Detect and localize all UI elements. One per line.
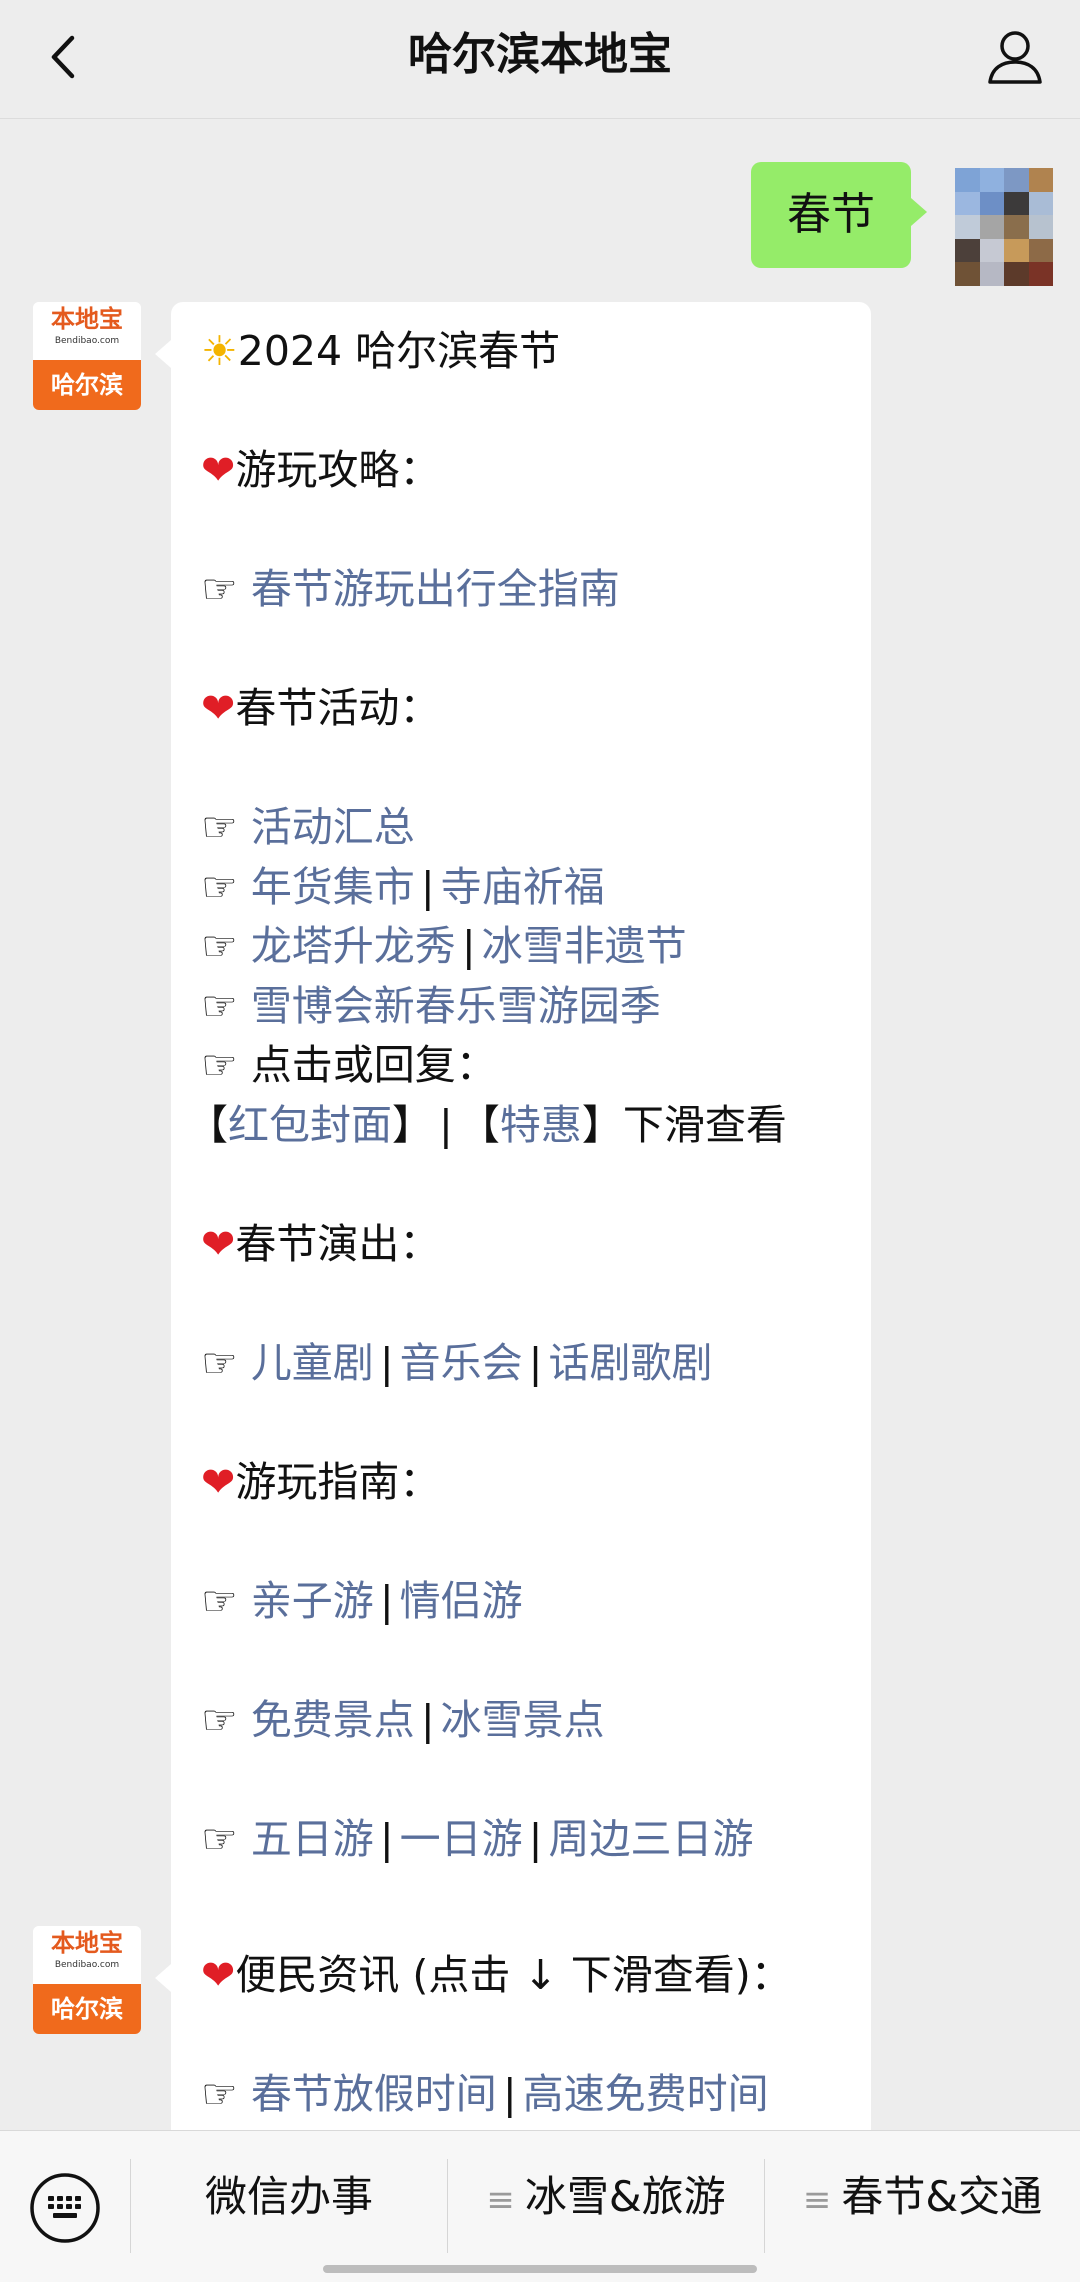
list-item: ☞ 五日游 | 一日游 | 周边三日游 [201,1814,754,1863]
keyword-row: 【红包封面】 | 【特惠】下滑查看 [187,1100,787,1149]
link-drama-opera[interactable]: 话剧歌剧 [548,1339,712,1387]
link-activities[interactable]: 活动汇总 [251,803,415,851]
list-item: ☞ 龙塔升龙秀 | 冰雪非遗节 [201,922,687,970]
bot-avatar-city: 哈尔滨 [33,1984,141,2034]
section-heading: ❤游玩攻略： [201,446,441,494]
section-heading: ❤便民资讯 (点击 ↓ 下滑查看)： [201,1951,792,1999]
reply-hint: 点击或回复： [250,1041,497,1089]
bot-avatar-logo: 本地宝 Bendibao.com [33,1926,141,1984]
pointing-hand-icon: ☞ [201,981,238,1030]
menu-lines-icon: ≡ [802,2180,832,2220]
list-item: ☞ 春节放假时间 | 高速免费时间 [201,2070,769,2118]
pointing-hand-icon: ☞ [201,1041,238,1089]
link-snow-expo[interactable]: 雪博会新春乐雪游园季 [251,982,661,1030]
list-item: ☞ 亲子游 | 情侣游 [201,1576,523,1625]
list-item: ☞ 活动汇总 [201,798,841,858]
link-special-offer[interactable]: 特惠 [500,1101,582,1149]
sun-icon: ☀ [201,327,238,375]
link-concert[interactable]: 音乐会 [400,1339,523,1387]
list-item: ☞ 儿童剧 | 音乐会 | 话剧歌剧 [201,1338,713,1387]
link-red-envelope-cover[interactable]: 红包封面 [228,1101,392,1149]
pointing-hand-icon: ☞ [201,1695,238,1744]
menu-item-spring-festival-traffic[interactable]: ≡ 春节&交通 [765,2131,1080,2263]
menu-item-ice-snow-travel[interactable]: ≡ 冰雪&旅游 [448,2131,764,2263]
top-bar: 哈尔滨本地宝 [0,0,1080,119]
list-item: ☞ 点击或回复： [201,1036,841,1096]
section-heading: ❤春节活动： [201,684,441,732]
section-heading: ❤游玩指南： [201,1457,441,1506]
menu-lines-icon: ≡ [486,2180,515,2220]
user-avatar[interactable] [955,168,1053,286]
heart-icon: ❤ [201,684,236,732]
heart-icon: ❤ [201,446,236,494]
pointing-hand-icon: ☞ [201,1814,238,1863]
user-message-bubble[interactable]: 春节 [751,162,927,268]
link-temple-blessing[interactable]: 寺庙祈福 [441,863,605,911]
pointing-hand-icon: ☞ [201,2070,238,2118]
keyboard-icon[interactable] [28,2171,102,2245]
link-childrens-drama[interactable]: 儿童剧 [251,1339,374,1387]
pointing-hand-icon: ☞ [201,1338,238,1387]
home-indicator [323,2265,757,2273]
link-family-trip[interactable]: 亲子游 [251,1577,374,1625]
bot-avatar-city: 哈尔滨 [33,360,141,410]
link-five-day-trip[interactable]: 五日游 [251,1815,374,1863]
heart-icon: ❤ [201,1219,236,1268]
bot-avatar[interactable]: 本地宝 Bendibao.com 哈尔滨 [33,1926,141,2034]
link-holiday-schedule[interactable]: 春节放假时间 [251,2070,497,2118]
chat-area[interactable]: 春节 本地宝 Bendibao.com 哈尔滨 ☀2024 哈尔滨春节 ❤游玩攻… [0,118,1080,2130]
link-dragon-tower-show[interactable]: 龙塔升龙秀 [251,922,456,970]
section-heading: ❤春节演出： [201,1219,441,1268]
link-ice-snow-attractions[interactable]: 冰雪景点 [441,1696,605,1744]
bot-avatar[interactable]: 本地宝 Bendibao.com 哈尔滨 [33,302,141,410]
list-item: ☞ 春节游玩出行全指南 [201,560,841,620]
list-item: ☞ 免费景点 | 冰雪景点 [201,1695,605,1744]
link-couple-trip[interactable]: 情侣游 [400,1577,523,1625]
pointing-hand-icon: ☞ [201,862,238,911]
menu-item-wechat-services[interactable]: 微信办事 [131,2131,447,2263]
link-free-attractions[interactable]: 免费景点 [251,1696,415,1744]
profile-icon[interactable] [980,22,1050,92]
link-travel-guide[interactable]: 春节游玩出行全指南 [251,565,620,613]
bottom-menu-bar: 微信办事 ≡ 冰雪&旅游 ≡ 春节&交通 [0,2130,1080,2282]
link-one-day-trip[interactable]: 一日游 [400,1815,523,1863]
pointing-hand-icon: ☞ [201,922,238,970]
heart-icon: ❤ [201,1951,236,1999]
bot-avatar-logo: 本地宝 Bendibao.com [33,302,141,360]
pointing-hand-icon: ☞ [201,1576,238,1625]
pointing-hand-icon: ☞ [201,565,238,613]
bot-message-bubble: ☀2024 哈尔滨春节 ❤游玩攻略： ☞ 春节游玩出行全指南 ❤春节活动： ☞ … [155,302,871,2010]
user-message-text: 春节 [787,189,875,240]
message-title: ☀2024 哈尔滨春节 [201,327,561,375]
list-item: ☞ 雪博会新春乐雪游园季 [201,977,841,1037]
link-highway-free-time[interactable]: 高速免费时间 [523,2070,769,2118]
link-new-year-market[interactable]: 年货集市 [251,863,415,911]
page-title: 哈尔滨本地宝 [408,29,672,80]
list-item: ☞ 年货集市 | 寺庙祈福 [201,862,605,911]
link-three-day-nearby-trip[interactable]: 周边三日游 [548,1815,753,1863]
heart-icon: ❤ [201,1457,236,1506]
link-ice-snow-heritage[interactable]: 冰雪非遗节 [482,922,687,970]
pointing-hand-icon: ☞ [201,803,238,851]
bot-message-bubble: ❤便民资讯 (点击 ↓ 下滑查看)： ☞ 春节放假时间 | 高速免费时间 [155,1926,871,2130]
